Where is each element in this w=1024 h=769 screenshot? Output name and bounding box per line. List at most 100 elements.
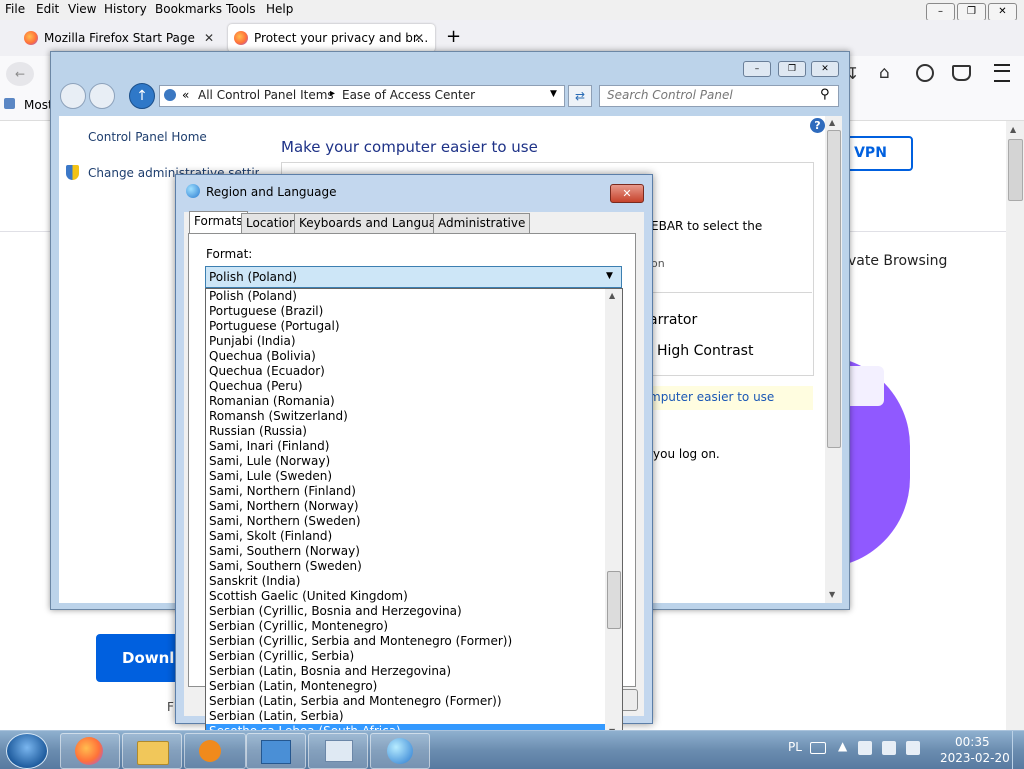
clock-time[interactable]: 00:35 xyxy=(955,735,990,749)
list-item[interactable]: Serbian (Latin, Montenegro) xyxy=(206,679,607,694)
menu-bookmarks[interactable]: Bookmarks xyxy=(155,2,222,16)
list-item[interactable]: Sanskrit (India) xyxy=(206,574,607,589)
tab-close-icon[interactable]: ✕ xyxy=(414,24,424,52)
list-item[interactable]: Polish (Poland) xyxy=(206,289,607,304)
cp-address-bar[interactable]: « All Control Panel Items ▸ Ease of Acce… xyxy=(159,85,565,107)
link-control-panel-home[interactable]: Control Panel Home xyxy=(88,130,207,144)
scroll-thumb[interactable] xyxy=(607,571,621,629)
list-item[interactable]: Romanian (Romania) xyxy=(206,394,607,409)
tab-formats[interactable]: Formats xyxy=(189,211,248,234)
list-item[interactable]: Sami, Northern (Sweden) xyxy=(206,514,607,529)
cp-close-button[interactable]: ✕ xyxy=(811,61,839,77)
cp-minimize-button[interactable]: – xyxy=(743,61,771,77)
ff-restore-button[interactable]: ❐ xyxy=(957,3,986,21)
highlight-link[interactable]: mputer easier to use xyxy=(649,390,774,404)
list-item[interactable]: Serbian (Latin, Bosnia and Herzegovina) xyxy=(206,664,607,679)
link-start-narrator[interactable]: arrator xyxy=(649,312,697,328)
menu-history[interactable]: History xyxy=(104,2,147,16)
tab-location[interactable]: Location xyxy=(241,213,302,233)
download-button[interactable]: Downlo xyxy=(96,634,181,682)
tab-close-icon[interactable]: ✕ xyxy=(204,24,214,52)
home-icon[interactable]: ⌂ xyxy=(879,63,890,83)
menu-help[interactable]: Help xyxy=(266,2,293,16)
taskbar-firefox[interactable] xyxy=(60,733,120,769)
list-item[interactable]: Sami, Inari (Finland) xyxy=(206,439,607,454)
tab-privacy[interactable]: Protect your privacy and br... ✕ xyxy=(228,24,435,52)
link-high-contrast[interactable]: High Contrast xyxy=(657,343,753,359)
cp-up-arrow-icon[interactable]: ↑ xyxy=(129,83,155,109)
back-arrow-icon[interactable]: ← xyxy=(6,62,34,86)
action-center-icon[interactable] xyxy=(858,741,872,755)
search-icon[interactable]: ⚲ xyxy=(820,87,830,102)
hamburger-menu-icon[interactable] xyxy=(994,64,1010,82)
list-item[interactable]: Portuguese (Brazil) xyxy=(206,304,607,319)
taskbar-explorer[interactable] xyxy=(122,733,182,769)
menu-file[interactable]: File xyxy=(5,2,25,16)
tab-title: Protect your privacy and br... xyxy=(254,31,429,45)
account-icon[interactable] xyxy=(916,64,934,82)
volume-icon[interactable] xyxy=(906,741,920,755)
cp-search-input[interactable]: Search Control Panel ⚲ xyxy=(599,85,839,107)
new-tab-button[interactable]: + xyxy=(446,26,461,47)
list-item[interactable]: Sami, Southern (Sweden) xyxy=(206,559,607,574)
network-icon[interactable] xyxy=(882,741,896,755)
list-item[interactable]: Serbian (Cyrillic, Serbia and Montenegro… xyxy=(206,634,607,649)
list-item[interactable]: Quechua (Peru) xyxy=(206,379,607,394)
breadcrumb-separator: ▸ xyxy=(330,88,336,99)
taskbar-media-player[interactable] xyxy=(184,733,246,769)
breadcrumb-ease-of-access[interactable]: Ease of Access Center xyxy=(342,88,475,102)
format-list-scrollbar[interactable]: ▲ ▼ xyxy=(605,289,622,741)
list-item[interactable]: Russian (Russia) xyxy=(206,424,607,439)
list-item[interactable]: Serbian (Latin, Serbia and Montenegro (F… xyxy=(206,694,607,709)
dialog-close-button[interactable]: ✕ xyxy=(610,184,644,203)
ff-close-button[interactable]: ✕ xyxy=(988,3,1017,21)
keyboard-icon[interactable] xyxy=(810,742,826,754)
language-indicator[interactable]: PL xyxy=(788,740,802,754)
cp-back-arrow-icon[interactable] xyxy=(60,83,86,109)
start-button-icon[interactable] xyxy=(6,733,48,769)
list-item[interactable]: Scottish Gaelic (United Kingdom) xyxy=(206,589,607,604)
cp-scrollbar[interactable]: ▲ ▼ xyxy=(825,116,842,603)
tab-administrative[interactable]: Administrative xyxy=(433,213,531,233)
list-item[interactable]: Sami, Skolt (Finland) xyxy=(206,529,607,544)
list-item[interactable]: Serbian (Latin, Serbia) xyxy=(206,709,607,724)
format-select[interactable]: Polish (Poland) ▼ xyxy=(205,266,622,288)
cp-maximize-button[interactable]: ❐ xyxy=(778,61,806,77)
firefox-scrollbar[interactable]: ▲ xyxy=(1006,121,1024,730)
list-item[interactable]: Serbian (Cyrillic, Montenegro) xyxy=(206,619,607,634)
list-item[interactable]: Portuguese (Portugal) xyxy=(206,319,607,334)
menu-tools[interactable]: Tools xyxy=(226,2,256,16)
list-item[interactable]: Punjabi (India) xyxy=(206,334,607,349)
folder-icon xyxy=(137,741,169,765)
taskbar-region-language[interactable] xyxy=(370,733,430,769)
bookmark-most-visited[interactable]: Most xyxy=(24,98,53,112)
list-item[interactable]: Sami, Northern (Finland) xyxy=(206,484,607,499)
show-desktop-button[interactable] xyxy=(1012,731,1024,769)
taskbar-control-panel[interactable] xyxy=(246,733,306,769)
list-item[interactable]: Romansh (Switzerland) xyxy=(206,409,607,424)
show-hidden-icons-icon[interactable]: ▲ xyxy=(838,739,847,753)
menu-view[interactable]: View xyxy=(68,2,96,16)
private-browsing-text: vate Browsing xyxy=(848,253,948,269)
cp-forward-arrow-icon[interactable] xyxy=(89,83,115,109)
menu-edit[interactable]: Edit xyxy=(36,2,59,16)
clock-date[interactable]: 2023-02-20 xyxy=(940,751,1010,765)
refresh-icon[interactable]: ⇄ xyxy=(568,85,592,107)
list-item[interactable]: Sami, Southern (Norway) xyxy=(206,544,607,559)
tab-start-page[interactable]: Mozilla Firefox Start Page ✕ xyxy=(18,24,223,52)
format-dropdown-list[interactable]: Polish (Poland) Portuguese (Brazil) Port… xyxy=(205,288,623,742)
list-item[interactable]: Sami, Lule (Norway) xyxy=(206,454,607,469)
help-icon[interactable]: ? xyxy=(810,118,825,133)
list-item[interactable]: Quechua (Bolivia) xyxy=(206,349,607,364)
taskbar-app[interactable] xyxy=(308,733,368,769)
pocket-icon[interactable] xyxy=(952,65,971,81)
chevron-down-icon[interactable]: ▼ xyxy=(606,271,613,281)
list-item[interactable]: Sami, Lule (Sweden) xyxy=(206,469,607,484)
ff-minimize-button[interactable]: – xyxy=(926,3,955,21)
list-item[interactable]: Quechua (Ecuador) xyxy=(206,364,607,379)
breadcrumb-all-items[interactable]: All Control Panel Items xyxy=(198,88,334,102)
address-dropdown-icon[interactable]: ▼ xyxy=(550,89,557,99)
list-item[interactable]: Serbian (Cyrillic, Bosnia and Herzegovin… xyxy=(206,604,607,619)
list-item[interactable]: Sami, Northern (Norway) xyxy=(206,499,607,514)
list-item[interactable]: Serbian (Cyrillic, Serbia) xyxy=(206,649,607,664)
